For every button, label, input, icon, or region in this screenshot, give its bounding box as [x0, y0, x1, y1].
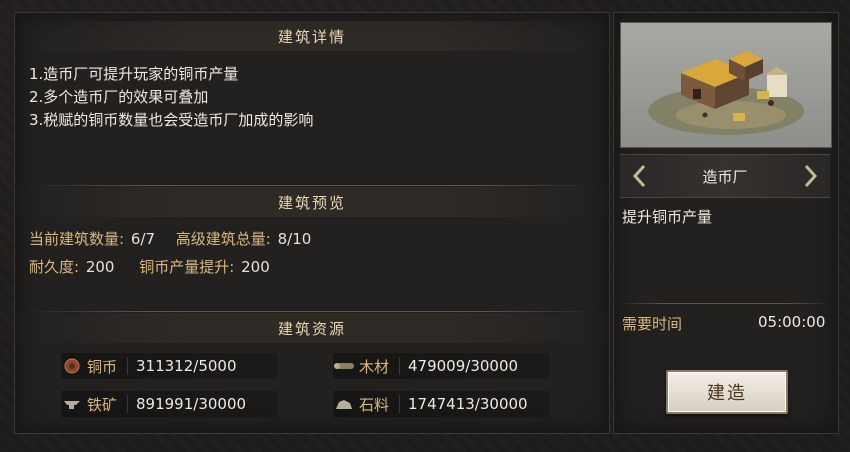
count-stats-row: 当前建筑数量: 6/7 高级建筑总量: 8/10 [29, 228, 313, 249]
iron-ore-icon [61, 396, 83, 412]
detail-line-2: 2.多个造币厂的效果可叠加 [29, 88, 209, 106]
resource-iron: 铁矿 891991/30000 [61, 391, 277, 417]
details-title: 建筑详情 [15, 21, 609, 51]
resources-title: 建筑资源 [15, 313, 609, 343]
resource-name: 木材 [359, 357, 390, 376]
resource-value: 891991/30000 [127, 395, 246, 413]
advanced-total-value: 8/10 [277, 230, 312, 248]
wood-icon [333, 358, 355, 374]
resource-value: 479009/30000 [399, 357, 518, 375]
detail-line-3: 3.税赋的铜币数量也会受造币厂加成的影响 [29, 111, 314, 129]
time-value: 05:00:00 [758, 313, 826, 331]
resource-value: 311312/5000 [127, 357, 237, 375]
divider [620, 303, 830, 304]
effect-stats-row: 耐久度: 200 铜币产量提升: 200 [29, 256, 272, 277]
mint-building-illustration [648, 51, 804, 135]
durability-label: 耐久度: [29, 258, 80, 276]
next-building-button[interactable] [798, 163, 824, 189]
resource-wood: 木材 479009/30000 [333, 353, 549, 379]
building-description: 提升铜币产量 [622, 208, 713, 226]
stone-icon [333, 396, 355, 412]
building-info-panel: 建筑详情 1.造币厂可提升玩家的铜币产量 2.多个造币厂的效果可叠加 3.税赋的… [14, 12, 610, 434]
resource-name: 铁矿 [87, 395, 118, 414]
build-button[interactable]: 建造 [666, 370, 788, 414]
resource-value: 1747413/30000 [399, 395, 528, 413]
current-count-label: 当前建筑数量: [29, 230, 125, 248]
durability-value: 200 [85, 258, 115, 276]
resource-stone: 石料 1747413/30000 [333, 391, 549, 417]
time-label: 需要时间 [622, 315, 683, 333]
resource-name: 铜币 [87, 357, 118, 376]
preview-title: 建筑预览 [15, 187, 609, 217]
divider [25, 185, 599, 186]
chevron-right-icon [804, 164, 818, 188]
resource-name: 石料 [359, 395, 390, 414]
divider [25, 311, 599, 312]
detail-line-1: 1.造币厂可提升玩家的铜币产量 [29, 65, 239, 83]
current-count-value: 6/7 [130, 230, 155, 248]
copper-boost-value: 200 [241, 258, 270, 276]
building-preview-image [620, 22, 832, 148]
resource-copper: 铜币 311312/5000 [61, 353, 277, 379]
advanced-total-label: 高级建筑总量: [175, 230, 271, 248]
building-selector: 造币厂 [620, 154, 830, 198]
copper-coin-icon [61, 358, 83, 374]
copper-boost-label: 铜币产量提升: [139, 258, 235, 276]
